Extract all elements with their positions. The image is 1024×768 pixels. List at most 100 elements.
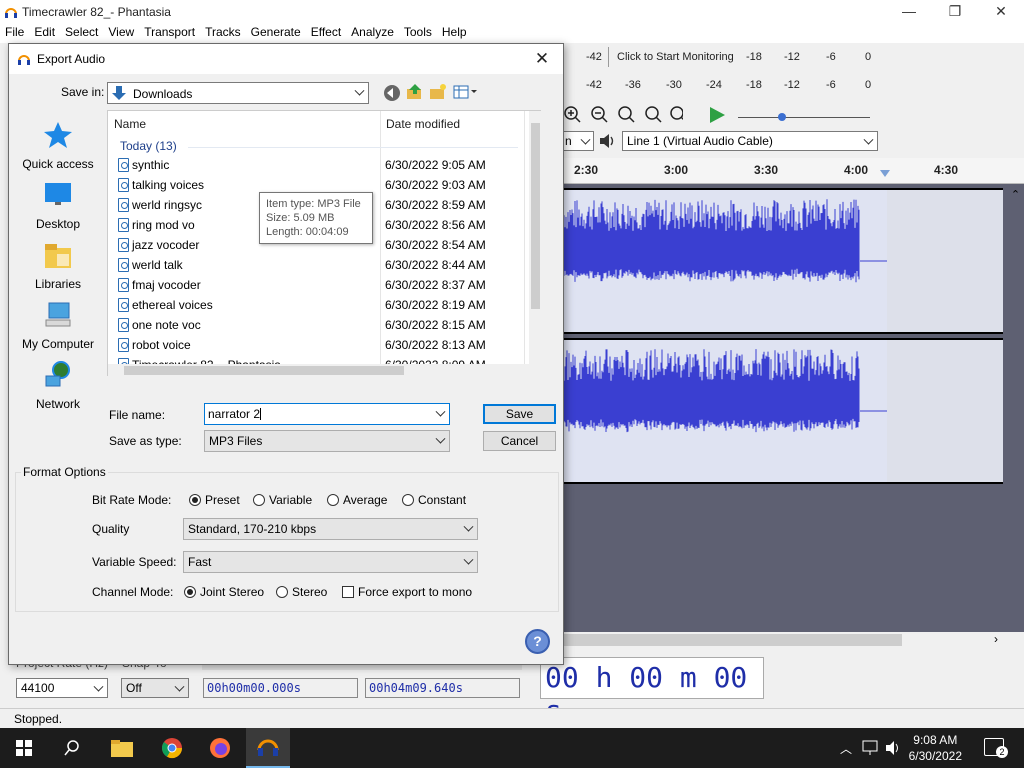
bitrate-variable-radio[interactable]: Variable — [253, 493, 312, 507]
file-row[interactable]: ethereal voices6/30/2022 8:19 AMM — [108, 295, 542, 315]
save-button[interactable]: Save — [483, 404, 556, 424]
save-type-dropdown[interactable]: MP3 Files — [204, 430, 450, 452]
maximize-button[interactable]: ❐ — [932, 0, 978, 23]
menu-edit[interactable]: Edit — [29, 23, 60, 39]
group-header[interactable]: Today (13) — [120, 139, 177, 153]
radio-label: Variable — [269, 493, 313, 507]
file-row[interactable]: robot voice6/30/2022 8:13 AMM — [108, 335, 542, 355]
menu-select[interactable]: Select — [60, 23, 103, 39]
play-meter-tick: -42 — [586, 79, 602, 91]
zoom-toolbar — [564, 106, 683, 123]
snap-to-dropdown[interactable]: Off — [121, 678, 189, 698]
file-name-label: File name: — [109, 408, 166, 422]
place-desktop[interactable]: Desktop — [13, 180, 103, 231]
scroll-thumb[interactable] — [531, 123, 540, 309]
tray-clock[interactable]: 9:08 AM 6/30/2022 — [909, 732, 962, 764]
audacity-taskbar-button[interactable] — [246, 728, 290, 768]
joint-stereo-radio[interactable]: Joint Stereo — [184, 585, 264, 599]
menu-analyze[interactable]: Analyze — [346, 23, 399, 39]
dialog-title: Export Audio — [37, 52, 106, 66]
chrome-button[interactable] — [150, 728, 194, 768]
menu-view[interactable]: View — [103, 23, 139, 39]
place-libraries[interactable]: Libraries — [13, 240, 103, 291]
export-audio-dialog: Export Audio ✕ Save in: Downloads Quick … — [8, 43, 564, 665]
dialog-close-button[interactable]: ✕ — [527, 47, 557, 71]
force-mono-checkbox[interactable]: Force export to mono — [342, 585, 472, 599]
menu-effect[interactable]: Effect — [306, 23, 346, 39]
bitrate-average-radio[interactable]: Average — [327, 493, 387, 507]
save-in-dropdown[interactable]: Downloads — [107, 82, 369, 104]
menu-tracks[interactable]: Tracks — [200, 23, 246, 39]
selection-start-time[interactable]: 00h00m00.000s — [203, 678, 358, 698]
firefox-button[interactable] — [198, 728, 242, 768]
clock-date: 6/30/2022 — [908, 749, 962, 763]
input-device-dropdown[interactable]: Line 1 (Virtual Audio Cable) — [622, 131, 878, 151]
speed-dropdown[interactable]: Fast — [183, 551, 478, 573]
channels-dropdown[interactable]: n — [562, 131, 594, 151]
file-row[interactable]: fmaj vocoder6/30/2022 8:37 AMM — [108, 275, 542, 295]
file-row[interactable]: werld talk6/30/2022 8:44 AMM — [108, 255, 542, 275]
vertical-scroll-up-icon[interactable]: ⌃ — [1009, 188, 1022, 202]
start-monitoring-label[interactable]: Click to Start Monitoring — [617, 51, 734, 63]
back-icon[interactable] — [383, 84, 401, 102]
horizontal-scrollbar[interactable]: › — [562, 632, 1024, 648]
vertical-scrollbar[interactable] — [529, 111, 542, 377]
start-button[interactable] — [2, 728, 46, 768]
mp3-file-icon — [118, 278, 129, 292]
column-header-name[interactable]: Name — [108, 111, 380, 135]
scroll-thumb[interactable] — [562, 634, 902, 646]
quality-dropdown[interactable]: Standard, 170-210 kbps — [183, 518, 478, 540]
place-quick-access[interactable]: Quick access — [13, 120, 103, 171]
track-area[interactable]: ⌃ — [562, 184, 1024, 632]
slider-thumb[interactable] — [778, 113, 786, 121]
save-type-value: MP3 Files — [209, 434, 263, 448]
place-network[interactable]: Network — [13, 360, 103, 411]
menu-transport[interactable]: Transport — [139, 23, 200, 39]
up-folder-icon[interactable] — [406, 83, 424, 101]
scroll-thumb[interactable] — [124, 366, 404, 375]
file-name: werld ringsyc — [132, 198, 203, 212]
file-row[interactable]: one note voc6/30/2022 8:15 AMM — [108, 315, 542, 335]
track-channel-left[interactable] — [562, 188, 1003, 334]
volume-icon[interactable] — [884, 739, 902, 757]
timeline-tick: 3:00 — [664, 163, 689, 177]
network-icon[interactable] — [862, 740, 880, 756]
audio-position-display[interactable]: 00 h 00 m 00 s — [540, 657, 764, 727]
rec-meter-tick: -6 — [826, 51, 836, 63]
file-explorer-button[interactable] — [100, 728, 144, 768]
menu-generate[interactable]: Generate — [246, 23, 306, 39]
menu-help[interactable]: Help — [437, 23, 472, 39]
help-button[interactable]: ? — [525, 629, 550, 654]
tray-chevron-icon[interactable]: ︿ — [840, 740, 852, 757]
timeline-ruler[interactable]: 2:30 3:00 3:30 4:00 4:30 — [562, 158, 1024, 184]
scroll-right-icon[interactable]: › — [994, 632, 998, 646]
bitrate-constant-radio[interactable]: Constant — [402, 493, 466, 507]
track-channel-right[interactable] — [562, 338, 1003, 484]
bitrate-preset-radio[interactable]: Preset — [189, 493, 240, 507]
play-speed-slider[interactable] — [738, 117, 870, 118]
new-folder-icon[interactable] — [429, 83, 447, 101]
channels-value: n — [565, 134, 572, 148]
file-name: talking voices — [132, 178, 205, 192]
cancel-button[interactable]: Cancel — [483, 431, 556, 451]
file-list-hscrollbar[interactable] — [108, 364, 542, 377]
windows-logo-icon — [16, 740, 32, 756]
menu-tools[interactable]: Tools — [399, 23, 437, 39]
place-my-computer[interactable]: My Computer — [13, 300, 103, 351]
file-name-input[interactable]: narrator 2 — [204, 403, 450, 425]
save-in-label: Save in: — [61, 85, 105, 99]
column-header-date[interactable]: Date modified — [380, 111, 524, 135]
project-rate-dropdown[interactable]: 44100 — [16, 678, 108, 698]
stereo-radio[interactable]: Stereo — [276, 585, 327, 599]
file-row[interactable]: synthic6/30/2022 9:05 AMM — [108, 155, 542, 175]
minimize-button[interactable]: — — [886, 0, 932, 23]
selection-end-time[interactable]: 00h04m09.640s — [365, 678, 520, 698]
play-at-speed-icon[interactable] — [707, 105, 727, 125]
search-button[interactable] — [50, 728, 94, 768]
file-name: ring mod vo — [132, 218, 195, 232]
menu-file[interactable]: File — [0, 23, 29, 39]
radio-icon — [327, 494, 339, 506]
view-menu-icon[interactable] — [453, 84, 479, 100]
menu-bar: File Edit Select View Transport Tracks Generat… — [0, 23, 1024, 43]
close-window-button[interactable]: ✕ — [978, 0, 1024, 23]
